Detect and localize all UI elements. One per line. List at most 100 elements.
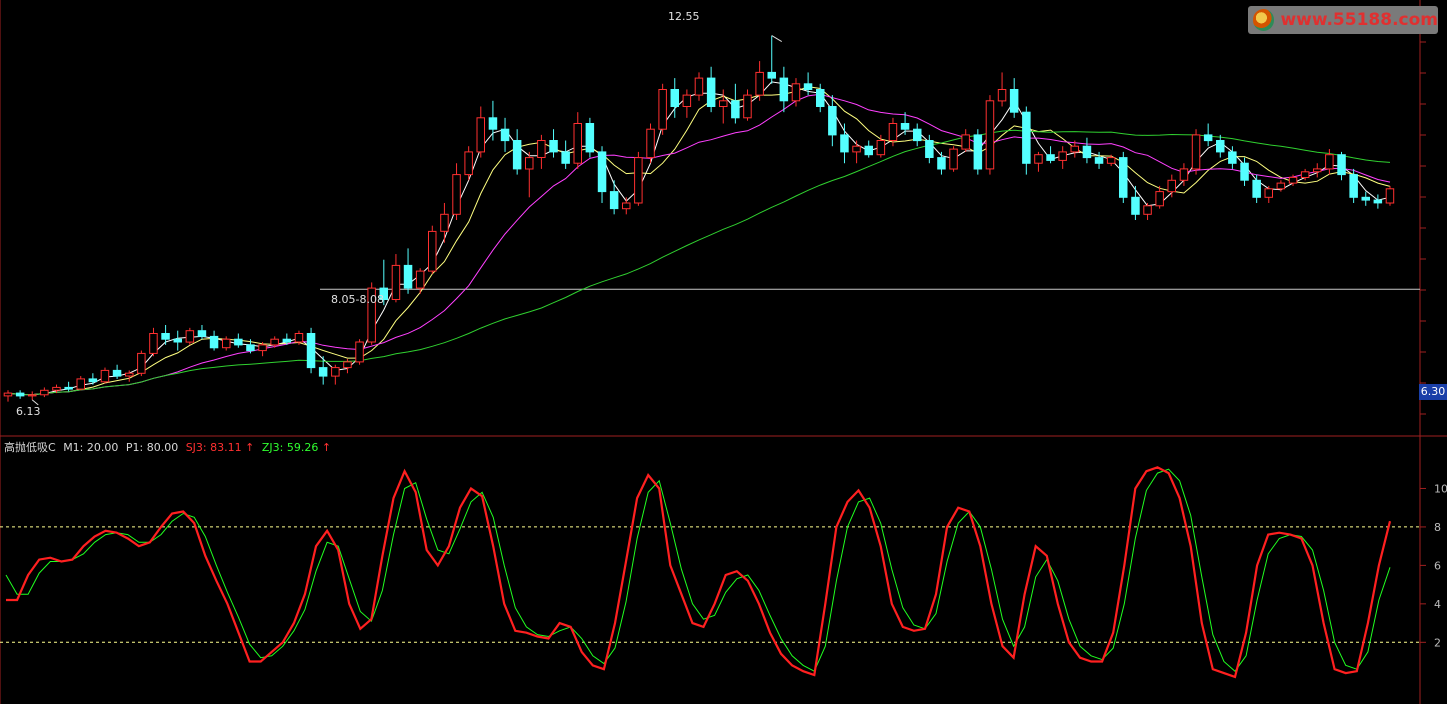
- candle: [997, 72, 1007, 107]
- candle-body: [415, 270, 425, 289]
- candle-body: [343, 361, 352, 369]
- candle: [1361, 191, 1370, 206]
- candle: [525, 151, 534, 198]
- candle-body: [270, 338, 279, 346]
- candle-body: [888, 123, 898, 141]
- candle-body: [852, 145, 861, 153]
- candle: [464, 146, 473, 181]
- support-range-label: 8.05-8.08: [331, 293, 384, 306]
- candle-body: [1106, 157, 1116, 164]
- candle-body: [1046, 154, 1055, 161]
- candle: [1034, 151, 1043, 172]
- candle: [100, 367, 110, 384]
- indicator-zj3: ZJ3: 59.26: [261, 441, 319, 454]
- candle: [428, 225, 437, 274]
- candle: [331, 364, 340, 385]
- candle: [137, 350, 146, 377]
- candle-body: [828, 106, 837, 136]
- candle-body: [743, 94, 752, 119]
- indicator-panel: 10 8 6 4 2: [0, 466, 1447, 679]
- candle: [149, 327, 158, 357]
- candle-body: [1216, 140, 1225, 153]
- sj3-arrow-icon: ↑: [245, 441, 255, 454]
- candle: [1337, 151, 1346, 181]
- candle: [767, 35, 776, 84]
- candle-body: [512, 140, 522, 170]
- candle-body: [1022, 111, 1031, 164]
- high-pointer: [771, 35, 782, 42]
- candle: [973, 129, 983, 175]
- candle-body: [997, 89, 1007, 102]
- candle-body: [391, 264, 401, 300]
- candle: [634, 151, 643, 206]
- candle: [28, 391, 37, 400]
- candle: [1203, 123, 1213, 147]
- candle-body: [15, 392, 25, 397]
- candle: [15, 390, 25, 399]
- candle-body: [76, 378, 85, 390]
- candle-body: [464, 151, 473, 176]
- candle: [367, 282, 376, 345]
- chart-canvas: 10 8 6 4 2 12.55 6.13 8.05-8.08: [0, 0, 1447, 704]
- candle: [985, 95, 995, 175]
- candle-body: [573, 123, 582, 164]
- candle: [415, 268, 425, 294]
- candle: [779, 66, 789, 113]
- candle-body: [658, 89, 667, 130]
- candle-body: [355, 341, 364, 363]
- candle-body: [318, 367, 328, 377]
- candle: [561, 140, 570, 169]
- candle: [1313, 163, 1322, 178]
- candle-body: [1034, 154, 1043, 164]
- candle-body: [1203, 134, 1213, 142]
- candle: [622, 197, 631, 215]
- candle: [391, 254, 401, 303]
- indicator-name: 高抛低吸C: [4, 441, 56, 454]
- candle-body: [755, 71, 764, 96]
- candle-body: [597, 151, 607, 193]
- ma-slow-line: [7, 93, 1391, 396]
- indicator-m1: M1: 20.00: [63, 441, 119, 454]
- candle-body: [937, 157, 946, 170]
- candle: [1385, 185, 1395, 206]
- candle: [1264, 185, 1273, 203]
- candle-body: [1288, 176, 1298, 184]
- candle-body: [864, 145, 873, 156]
- candle: [1022, 106, 1031, 175]
- candle-body: [1385, 188, 1395, 204]
- candle-body: [1361, 196, 1370, 201]
- candle: [222, 336, 231, 351]
- candle: [76, 376, 85, 391]
- candle-body: [1349, 174, 1358, 198]
- candle-body: [1337, 154, 1346, 176]
- candle-body: [500, 128, 510, 142]
- indicator-tick-label: 2: [1434, 636, 1441, 649]
- candle-body: [1252, 179, 1261, 198]
- candle-body: [28, 394, 37, 397]
- candle-body: [646, 128, 655, 159]
- candle-body: [100, 369, 110, 383]
- candle: [961, 129, 970, 152]
- candle-body: [525, 157, 534, 170]
- candle: [1143, 202, 1152, 220]
- candle: [876, 134, 886, 158]
- candle: [488, 100, 498, 141]
- candle-body: [64, 386, 73, 390]
- candle: [1167, 174, 1176, 198]
- candle-body: [803, 83, 813, 91]
- candle: [1119, 151, 1128, 203]
- candle: [440, 202, 449, 243]
- candle-body: [1167, 179, 1176, 193]
- candle-body: [973, 134, 983, 170]
- candle-body: [112, 369, 122, 377]
- candle: [64, 381, 73, 392]
- candle-body: [561, 151, 570, 164]
- candle: [1216, 134, 1225, 158]
- candle-body: [549, 140, 558, 153]
- candle: [597, 146, 607, 203]
- candle-body: [452, 174, 461, 215]
- candle-body: [52, 386, 61, 391]
- candle-body: [331, 367, 340, 377]
- candle-body: [985, 100, 995, 170]
- candle-body: [1240, 162, 1249, 181]
